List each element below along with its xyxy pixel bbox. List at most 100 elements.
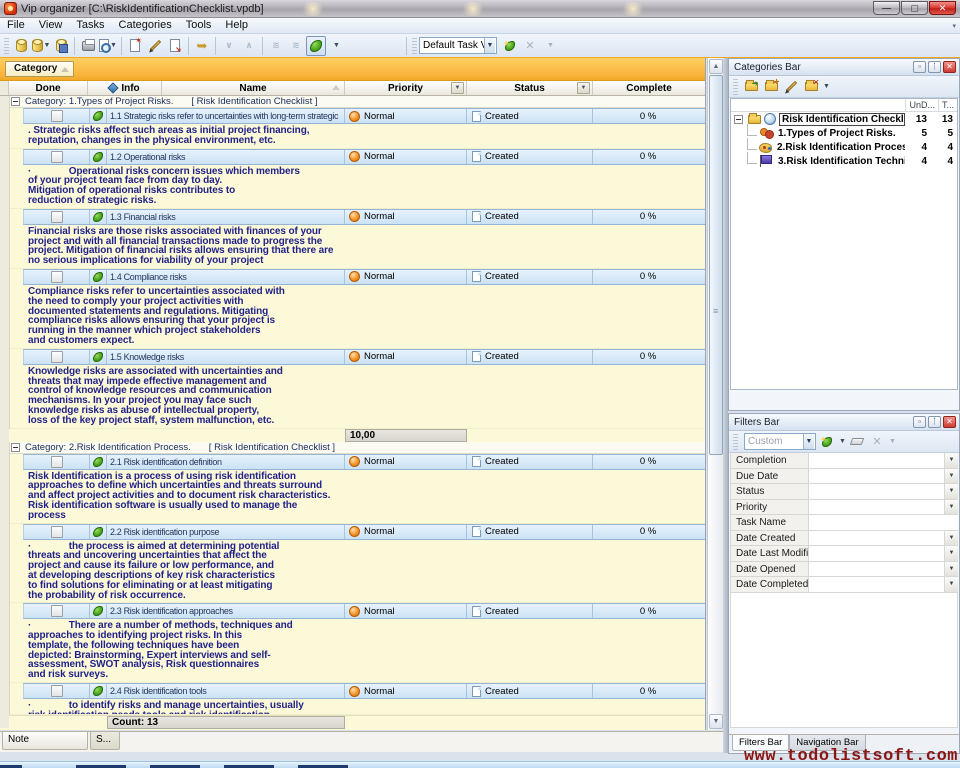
print-button[interactable] xyxy=(78,36,98,56)
filter-value-cell[interactable] xyxy=(809,515,958,530)
panel-restore-button[interactable]: ▫ xyxy=(913,61,926,73)
task-name-cell[interactable]: 1.5 Knowledge risks xyxy=(107,350,345,364)
menu-file[interactable]: File xyxy=(0,18,32,33)
move-up-button[interactable]: ∧ xyxy=(239,36,259,56)
task-priority-cell[interactable]: Normal xyxy=(345,150,467,164)
task-row[interactable]: 2.3 Risk identification approachesNormal… xyxy=(23,603,706,619)
panel-pin-button[interactable]: ᛙ xyxy=(928,61,941,73)
collapse-icon[interactable] xyxy=(11,97,20,106)
task-done-checkbox[interactable] xyxy=(51,605,63,617)
task-status-cell[interactable]: Created xyxy=(467,525,593,539)
task-name-cell[interactable]: 1.4 Compliance risks xyxy=(107,270,345,284)
status-filter-button[interactable]: ▼ xyxy=(577,82,590,94)
tree-item[interactable]: 3.Risk Identification Technique44 xyxy=(731,154,957,168)
task-done-checkbox[interactable] xyxy=(51,685,63,697)
task-priority-cell[interactable]: Normal xyxy=(345,270,467,284)
task-note-row[interactable]: · the process is aimed at determining po… xyxy=(9,540,705,604)
chevron-down-icon[interactable]: ▼ xyxy=(484,38,495,53)
menu-tasks[interactable]: Tasks xyxy=(69,18,111,33)
menu-tools[interactable]: Tools xyxy=(179,18,219,33)
bottom-tab-note[interactable]: Note xyxy=(2,732,88,750)
task-done-checkbox[interactable] xyxy=(51,151,63,163)
task-complete-cell[interactable]: 0 % xyxy=(593,150,703,164)
filter-dropdown-button[interactable]: ▼ xyxy=(944,531,958,546)
task-note-row[interactable]: · Operational risks concern issues which… xyxy=(9,165,705,209)
task-done-checkbox[interactable] xyxy=(51,456,63,468)
filter-value-cell[interactable] xyxy=(809,562,944,577)
view-mode-button[interactable] xyxy=(306,36,326,56)
chevron-down-icon[interactable]: ▼ xyxy=(823,83,830,90)
clear-view-button[interactable]: ✕ xyxy=(520,36,540,56)
task-status-cell[interactable]: Created xyxy=(467,210,593,224)
filter-value-cell[interactable] xyxy=(809,546,944,561)
group-by-category-chip[interactable]: Category xyxy=(5,61,74,77)
task-name-cell[interactable]: 2.2 Risk identification purpose xyxy=(107,525,345,539)
menu-view[interactable]: View xyxy=(32,18,70,33)
tree-item[interactable]: 1.Types of Project Risks.55 xyxy=(731,126,957,140)
task-priority-cell[interactable]: Normal xyxy=(345,210,467,224)
task-priority-cell[interactable]: Normal xyxy=(345,350,467,364)
close-button[interactable]: ✕ xyxy=(929,1,956,15)
apply-filter-button[interactable]: ✦ xyxy=(818,433,836,451)
task-note-row[interactable]: Risk Identification is a process of usin… xyxy=(9,470,705,524)
task-row[interactable]: 1.2 Operational risksNormalCreated0 % xyxy=(23,149,706,165)
menu-categories[interactable]: Categories xyxy=(112,18,179,33)
apply-view-button[interactable]: ✦ xyxy=(500,36,520,56)
panel-close-button[interactable]: ✕ xyxy=(943,416,956,428)
task-row[interactable]: 2.1 Risk identification definitionNormal… xyxy=(23,454,706,470)
new-list-button[interactable] xyxy=(742,78,760,96)
task-status-cell[interactable]: Created xyxy=(467,109,593,123)
task-row[interactable]: 1.4 Compliance risksNormalCreated0 % xyxy=(23,269,706,285)
clear-filter-button[interactable] xyxy=(848,433,866,451)
task-name-cell[interactable]: 1.3 Financial risks xyxy=(107,210,345,224)
task-row[interactable]: 1.3 Financial risksNormalCreated0 % xyxy=(23,209,706,225)
priority-filter-button[interactable]: ▼ xyxy=(451,82,464,94)
column-header-status[interactable]: Status▼ xyxy=(467,81,593,95)
task-priority-cell[interactable]: Normal xyxy=(345,604,467,618)
toolbar-grip[interactable] xyxy=(733,79,738,95)
task-name-cell[interactable]: 2.3 Risk identification approaches xyxy=(107,604,345,618)
bottom-tab-s[interactable]: S... xyxy=(90,732,120,750)
view-mode-dropdown[interactable]: ▼ xyxy=(326,36,346,56)
task-note-row[interactable]: · There are a number of methods, techniq… xyxy=(9,619,705,683)
tree-col-total[interactable]: T... xyxy=(938,99,957,111)
task-view-combo[interactable]: Default Task View ▼ xyxy=(419,37,497,54)
task-complete-cell[interactable]: 0 % xyxy=(593,684,703,698)
column-header-complete[interactable]: Complete xyxy=(593,81,705,95)
filter-dropdown-button[interactable]: ▼ xyxy=(944,562,958,577)
filter-dropdown-button[interactable]: ▼ xyxy=(944,484,958,499)
task-complete-cell[interactable]: 0 % xyxy=(593,109,703,123)
task-priority-cell[interactable]: Normal xyxy=(345,455,467,469)
filter-value-cell[interactable] xyxy=(809,453,944,468)
menu-overflow-icon[interactable]: ▾ xyxy=(952,22,956,30)
save-database-button[interactable] xyxy=(51,36,71,56)
filter-value-cell[interactable] xyxy=(809,500,944,515)
task-complete-cell[interactable]: 0 % xyxy=(593,455,703,469)
scroll-down-button[interactable]: ▼ xyxy=(709,714,723,729)
filter-value-cell[interactable] xyxy=(809,531,944,546)
filter-dropdown-button[interactable]: ▼ xyxy=(944,546,958,561)
new-category-button[interactable] xyxy=(762,78,780,96)
panel-pin-button[interactable]: ᛙ xyxy=(928,416,941,428)
task-note-row[interactable]: Compliance risks refer to uncertainties … xyxy=(9,285,705,349)
delete-category-button[interactable] xyxy=(802,78,820,96)
tree-item[interactable]: Risk Identification Checklist1313 xyxy=(731,112,957,126)
filter-value-cell[interactable] xyxy=(809,484,944,499)
task-status-cell[interactable]: Created xyxy=(467,604,593,618)
new-database-button[interactable] xyxy=(11,36,31,56)
toolbar-grip[interactable] xyxy=(412,38,417,54)
task-status-cell[interactable]: Created xyxy=(467,150,593,164)
move-top-button[interactable]: ≋ xyxy=(286,36,306,56)
task-priority-cell[interactable]: Normal xyxy=(345,684,467,698)
open-database-button[interactable]: ▼ xyxy=(31,36,51,56)
task-row[interactable]: 2.2 Risk identification purposeNormalCre… xyxy=(23,524,706,540)
scroll-up-button[interactable]: ▲ xyxy=(709,59,723,74)
task-priority-cell[interactable]: Normal xyxy=(345,109,467,123)
move-down-button[interactable]: ∨ xyxy=(219,36,239,56)
category-group-row[interactable]: Category: 1.Types of Project Risks.[ Ris… xyxy=(9,96,705,108)
task-complete-cell[interactable]: 0 % xyxy=(593,270,703,284)
task-status-cell[interactable]: Created xyxy=(467,684,593,698)
task-done-checkbox[interactable] xyxy=(51,211,63,223)
chevron-down-icon[interactable]: ▼ xyxy=(839,438,846,445)
move-bottom-button[interactable]: ≋ xyxy=(266,36,286,56)
